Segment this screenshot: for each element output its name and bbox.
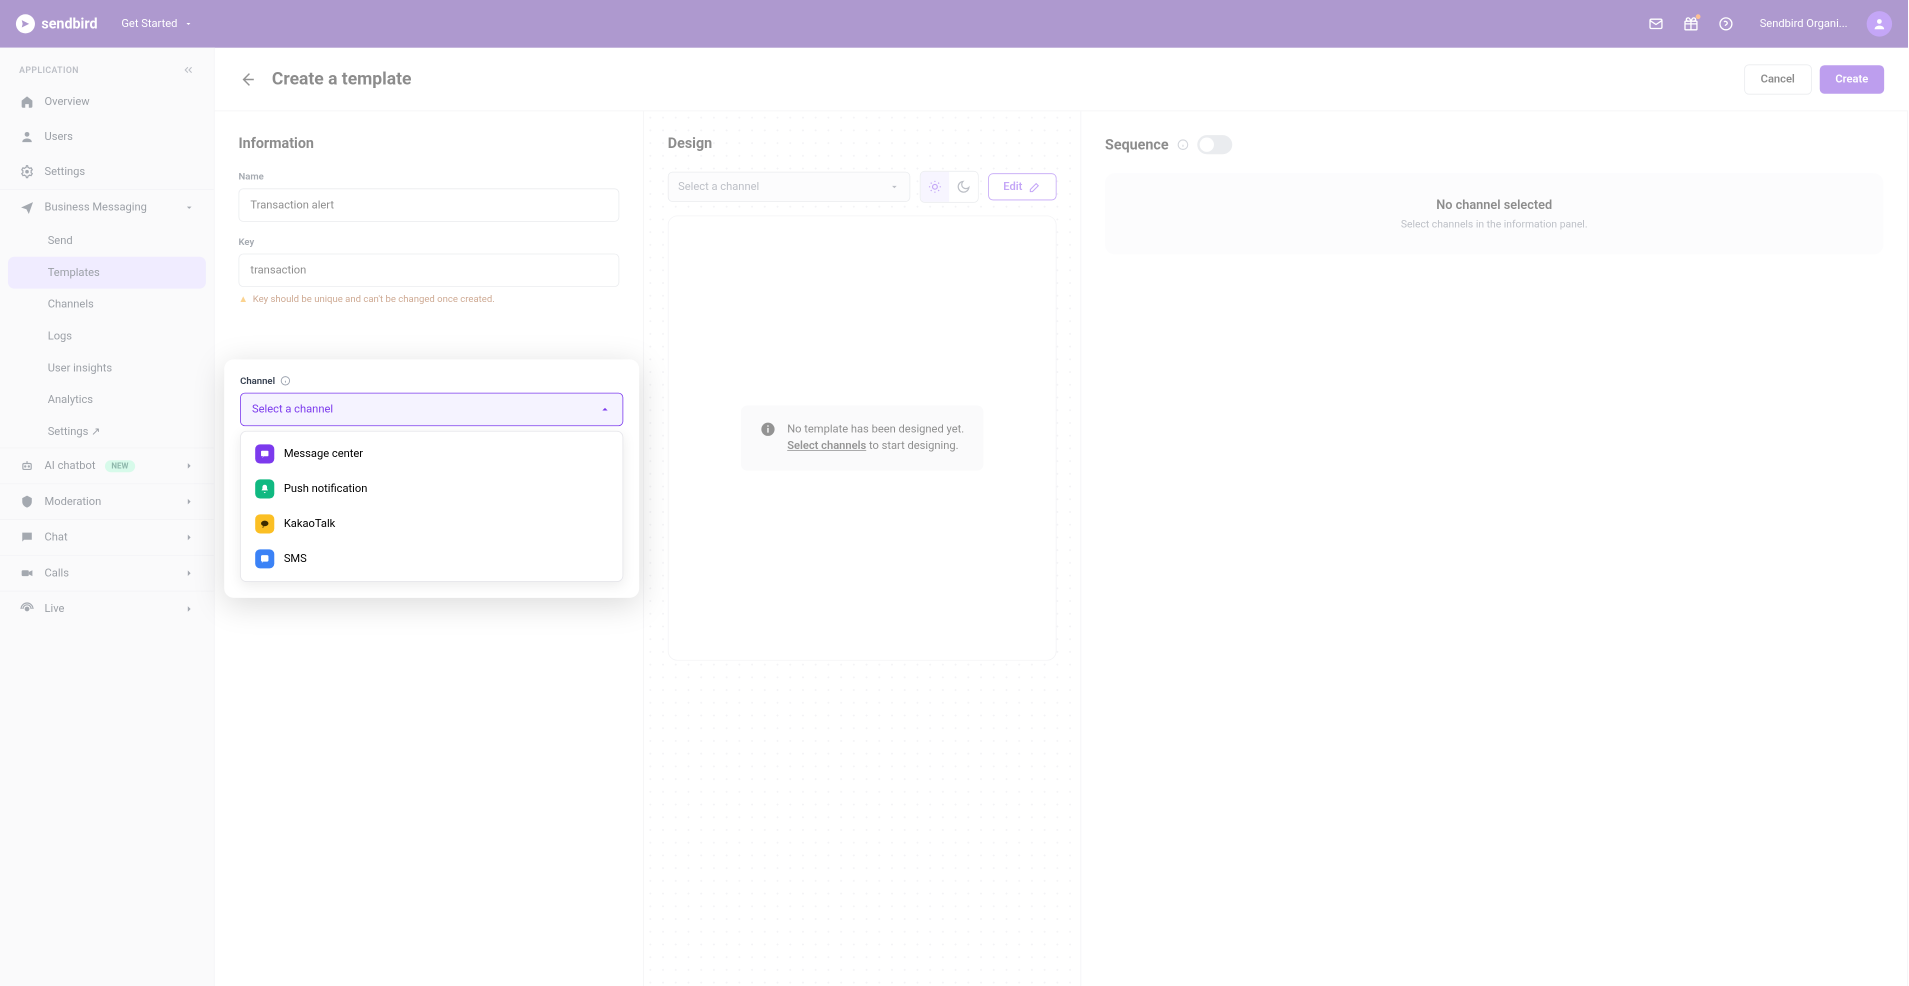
nav-calls[interactable]: Calls — [0, 556, 214, 591]
name-label: Name — [239, 171, 620, 182]
chevron-up-icon — [599, 403, 612, 416]
logo-icon — [16, 14, 35, 33]
chevron-down-icon — [184, 202, 195, 213]
design-panel: Design Select a channel Edit — [644, 111, 1081, 986]
key-label: Key — [239, 236, 620, 247]
sidebar-section-label: APPLICATION — [0, 48, 214, 85]
nav-user-insights[interactable]: User insights — [0, 352, 214, 384]
channel-label: Channel — [240, 375, 623, 386]
chevron-right-icon — [184, 460, 195, 471]
nav-templates[interactable]: Templates — [8, 257, 206, 289]
sequence-panel: Sequence No channel selected Select chan… — [1081, 111, 1908, 986]
nav-settings[interactable]: Settings — [0, 154, 214, 189]
nav-business-messaging[interactable]: Business Messaging — [0, 190, 214, 225]
design-channel-select[interactable]: Select a channel — [668, 172, 910, 202]
new-badge: NEW — [105, 460, 135, 472]
channel-option-kakao[interactable]: KakaoTalk — [246, 506, 618, 541]
page-title: Create a template — [272, 69, 412, 89]
nav-channels[interactable]: Channels — [0, 289, 214, 321]
home-icon — [19, 94, 35, 110]
warning-icon: ▲ — [239, 293, 248, 304]
page-header: Create a template Cancel Create — [215, 48, 1908, 112]
dark-theme-button[interactable] — [949, 172, 978, 202]
collapse-icon[interactable] — [182, 64, 195, 77]
chevron-right-icon — [184, 532, 195, 543]
light-theme-button[interactable] — [921, 172, 950, 202]
back-button[interactable] — [239, 70, 256, 87]
nav-chat[interactable]: Chat — [0, 520, 214, 555]
select-channels-link[interactable]: Select channels — [787, 440, 866, 453]
robot-icon — [19, 458, 35, 474]
info-icon[interactable] — [280, 375, 291, 386]
sequence-title: Sequence — [1105, 135, 1883, 154]
chevron-down-icon — [184, 19, 194, 29]
shield-icon — [19, 494, 35, 510]
gift-icon[interactable] — [1683, 16, 1699, 32]
channel-select[interactable]: Select a channel — [240, 393, 623, 426]
design-title: Design — [668, 135, 1057, 152]
brand-text: sendbird — [41, 16, 97, 33]
users-icon — [19, 129, 35, 145]
broadcast-icon — [19, 601, 35, 617]
nav-live[interactable]: Live — [0, 591, 214, 626]
chevron-down-icon — [889, 181, 900, 192]
message-center-icon — [255, 444, 274, 463]
org-name[interactable]: Sendbird Organi... — [1760, 17, 1848, 30]
get-started-menu[interactable]: Get Started — [121, 17, 193, 30]
channel-option-sms[interactable]: SMS — [246, 541, 618, 576]
chevron-right-icon — [184, 603, 195, 614]
nav-ai-chatbot[interactable]: AI chatbot NEW — [0, 448, 214, 483]
channel-dropdown: Message center Push notification KakaoTa… — [240, 431, 623, 582]
chevron-right-icon — [184, 568, 195, 579]
nav-users[interactable]: Users — [0, 119, 214, 154]
info-icon[interactable] — [1177, 138, 1190, 151]
push-icon — [255, 479, 274, 498]
gear-icon — [19, 164, 35, 180]
mail-icon[interactable] — [1648, 16, 1664, 32]
info-icon — [760, 421, 776, 437]
nav-analytics[interactable]: Analytics — [0, 384, 214, 416]
sidebar: APPLICATION Overview Users Settings Busi… — [0, 48, 215, 986]
edit-button[interactable]: Edit — [988, 173, 1056, 200]
design-empty-message: No template has been designed yet. Selec… — [741, 405, 983, 470]
cancel-button[interactable]: Cancel — [1744, 64, 1812, 94]
logo[interactable]: sendbird — [16, 14, 98, 33]
nav-logs[interactable]: Logs — [0, 320, 214, 352]
nav-send[interactable]: Send — [0, 225, 214, 257]
help-icon[interactable] — [1718, 16, 1734, 32]
nav-bm-settings[interactable]: Settings ↗ — [0, 416, 214, 448]
key-input[interactable] — [239, 254, 620, 287]
chat-icon — [19, 529, 35, 545]
sms-icon — [255, 549, 274, 568]
key-warning: ▲ Key should be unique and can't be chan… — [239, 293, 620, 304]
paper-plane-icon — [19, 200, 35, 216]
design-preview: No template has been designed yet. Selec… — [668, 215, 1057, 660]
nav-moderation[interactable]: Moderation — [0, 484, 214, 519]
sequence-toggle[interactable] — [1197, 135, 1232, 154]
video-icon — [19, 565, 35, 581]
chevron-right-icon — [184, 496, 195, 507]
channel-option-message-center[interactable]: Message center — [246, 436, 618, 471]
channel-option-push[interactable]: Push notification — [246, 471, 618, 506]
topbar: sendbird Get Started Sendbird Organi... — [0, 0, 1908, 48]
information-title: Information — [239, 135, 620, 152]
theme-toggle — [920, 171, 979, 203]
kakao-icon — [255, 514, 274, 533]
nav-overview[interactable]: Overview — [0, 84, 214, 119]
pencil-icon — [1029, 180, 1042, 193]
create-button[interactable]: Create — [1819, 65, 1884, 94]
sequence-empty: No channel selected Select channels in t… — [1105, 173, 1883, 254]
user-avatar[interactable] — [1867, 11, 1892, 36]
name-input[interactable] — [239, 188, 620, 221]
channel-popup: Channel Select a channel Message center … — [224, 359, 639, 598]
